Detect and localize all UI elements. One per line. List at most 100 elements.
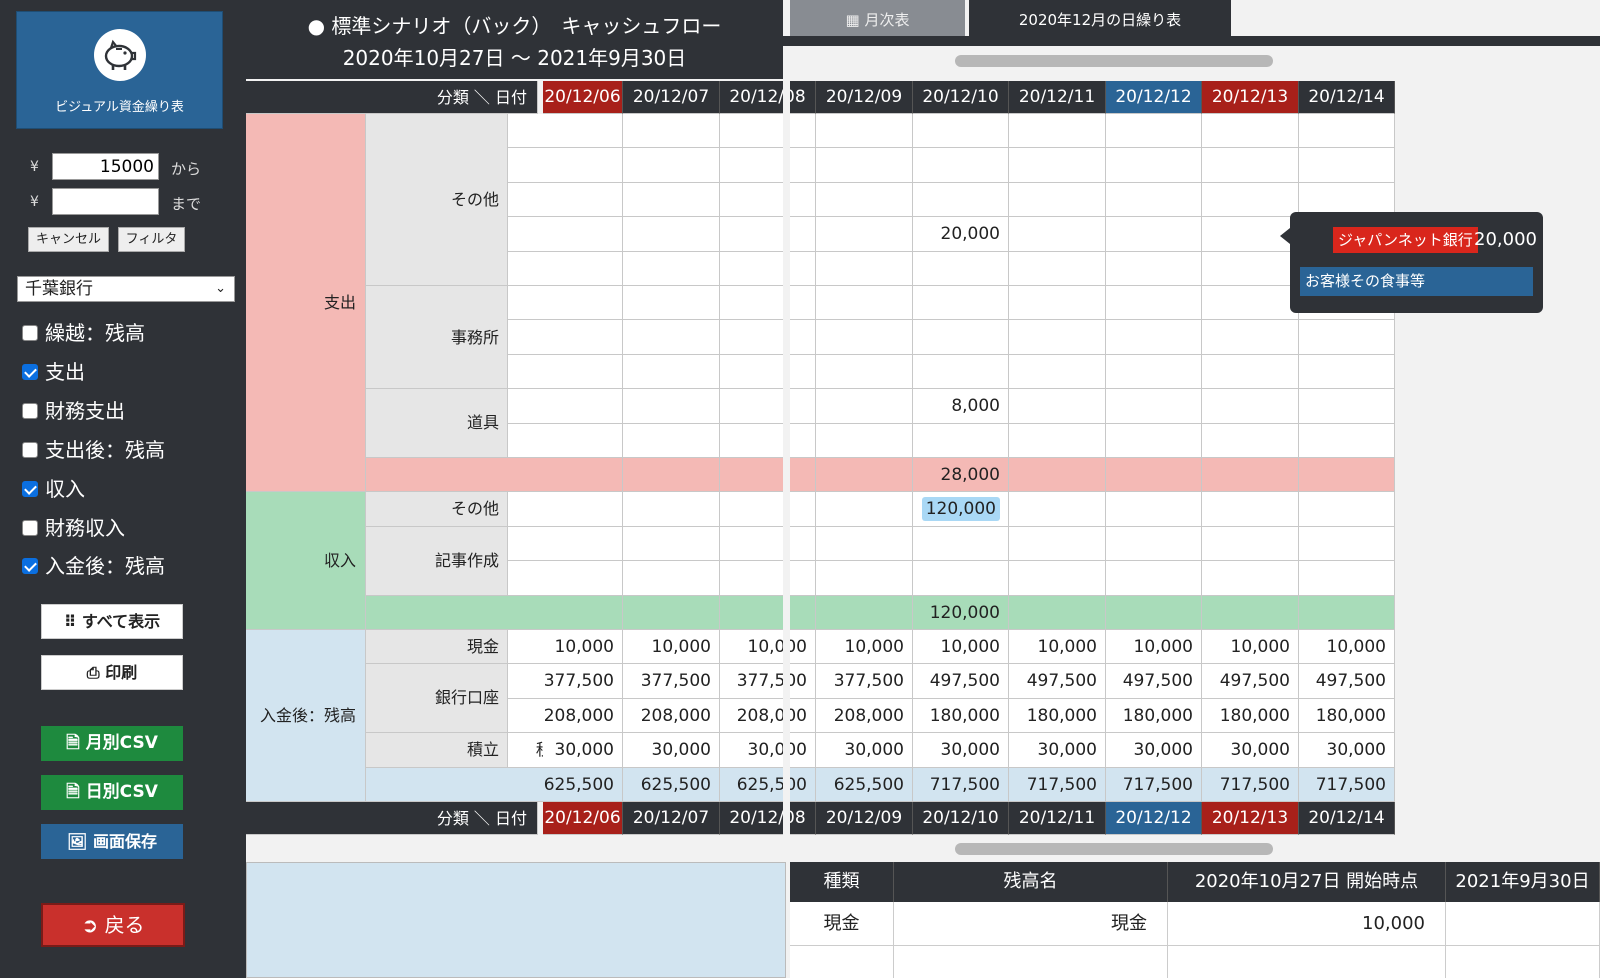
value-cell[interactable] (623, 148, 720, 183)
value-cell[interactable]: 180,000 (913, 698, 1009, 734)
value-cell[interactable] (816, 389, 913, 424)
value-cell[interactable]: 180,000 (1106, 698, 1202, 734)
value-cell[interactable] (816, 561, 913, 596)
value-cell[interactable] (623, 320, 720, 355)
value-cell[interactable] (816, 492, 913, 527)
value-cell[interactable] (720, 251, 816, 286)
checkbox[interactable] (22, 364, 38, 380)
value-cell[interactable]: 30,000 (720, 733, 816, 768)
value-cell[interactable] (1009, 286, 1106, 321)
daily-csv-button[interactable]: 🗎 日別CSV (41, 775, 183, 810)
value-cell[interactable] (1009, 217, 1106, 252)
monthly-csv-button[interactable]: 🗎 月別CSV (41, 726, 183, 761)
value-cell[interactable] (543, 492, 623, 527)
value-cell[interactable] (816, 423, 913, 458)
value-cell[interactable] (1202, 389, 1299, 424)
amount-to-input[interactable] (52, 188, 159, 215)
value-cell[interactable] (816, 251, 913, 286)
value-cell[interactable]: 30,000 (1299, 733, 1395, 768)
value-cell[interactable] (1106, 320, 1202, 355)
value-cell[interactable]: 497,500 (1202, 664, 1299, 699)
value-cell[interactable] (623, 389, 720, 424)
value-cell[interactable] (1106, 114, 1202, 149)
print-button[interactable]: ⎙ 印刷 (41, 655, 183, 690)
value-cell[interactable]: 30,000 (816, 733, 913, 768)
value-cell[interactable]: 10,000 (1299, 630, 1395, 665)
value-cell[interactable] (1106, 217, 1202, 252)
checkbox[interactable] (22, 325, 38, 341)
value-cell[interactable] (720, 217, 816, 252)
value-cell[interactable]: 30,000 (1202, 733, 1299, 768)
value-cell[interactable]: 497,500 (913, 664, 1009, 699)
value-cell[interactable] (543, 389, 623, 424)
value-cell[interactable]: 10,000 (1009, 630, 1106, 665)
value-cell[interactable]: 377,500 (543, 664, 623, 699)
value-cell[interactable] (1299, 148, 1395, 183)
value-cell[interactable] (623, 423, 720, 458)
value-cell[interactable]: 30,000 (543, 733, 623, 768)
value-cell[interactable] (1202, 354, 1299, 390)
value-cell[interactable] (1299, 492, 1395, 527)
value-cell[interactable]: 30,000 (913, 733, 1009, 768)
value-cell[interactable] (623, 526, 720, 562)
value-cell[interactable] (913, 114, 1009, 149)
value-cell[interactable]: 208,000 (623, 698, 720, 734)
value-cell[interactable] (543, 354, 623, 390)
value-cell[interactable] (913, 148, 1009, 183)
value-cell[interactable] (816, 354, 913, 390)
value-cell[interactable] (1009, 389, 1106, 424)
value-cell[interactable]: 497,500 (1106, 664, 1202, 699)
value-cell[interactable]: 377,500 (623, 664, 720, 699)
highlighted-value[interactable]: 120,000 (921, 497, 1000, 522)
save-screen-button[interactable]: 🖼 画面保存 (41, 824, 183, 859)
value-cell[interactable] (623, 217, 720, 252)
value-cell[interactable] (913, 526, 1009, 562)
value-cell[interactable] (720, 320, 816, 355)
value-cell[interactable] (1202, 320, 1299, 355)
value-cell[interactable]: 10,000 (913, 630, 1009, 665)
value-cell[interactable] (1009, 526, 1106, 562)
value-cell[interactable] (1299, 354, 1395, 390)
value-cell[interactable]: 377,500 (816, 664, 913, 699)
value-cell[interactable]: 180,000 (1009, 698, 1106, 734)
value-cell[interactable] (1106, 561, 1202, 596)
tab-monthly[interactable]: ▦ 月次表 (790, 0, 965, 36)
value-cell[interactable] (1202, 526, 1299, 562)
value-cell[interactable] (543, 182, 623, 218)
value-cell[interactable] (623, 182, 720, 218)
filter-button[interactable]: フィルタ (118, 227, 185, 252)
value-cell[interactable] (816, 526, 913, 562)
value-cell[interactable] (1106, 251, 1202, 286)
value-cell[interactable] (623, 286, 720, 321)
value-cell[interactable]: 208,000 (720, 698, 816, 734)
value-cell[interactable]: 10,000 (543, 630, 623, 665)
value-cell[interactable] (1106, 423, 1202, 458)
app-logo[interactable]: ビジュアル資金繰り表 (16, 11, 223, 129)
value-cell[interactable] (913, 182, 1009, 218)
value-cell[interactable] (816, 217, 913, 252)
value-cell[interactable]: 30,000 (1009, 733, 1106, 768)
value-cell[interactable]: 10,000 (1202, 630, 1299, 665)
value-cell[interactable] (913, 561, 1009, 596)
value-cell[interactable] (543, 526, 623, 562)
value-cell[interactable] (1009, 354, 1106, 390)
value-cell[interactable] (720, 423, 816, 458)
value-cell[interactable] (1106, 492, 1202, 527)
value-cell[interactable] (816, 286, 913, 321)
value-cell[interactable] (543, 286, 623, 321)
value-cell[interactable] (543, 423, 623, 458)
value-cell[interactable] (720, 526, 816, 562)
value-cell[interactable] (913, 286, 1009, 321)
value-cell[interactable] (543, 114, 623, 149)
value-cell[interactable] (1299, 389, 1395, 424)
value-cell[interactable]: 10,000 (720, 630, 816, 665)
value-cell[interactable] (1106, 286, 1202, 321)
value-cell[interactable] (623, 492, 720, 527)
value-cell[interactable] (1106, 182, 1202, 218)
checkbox[interactable] (22, 442, 38, 458)
bank-select[interactable]: 千葉銀行 ⌄ (17, 276, 235, 302)
value-cell[interactable] (1009, 251, 1106, 286)
value-cell[interactable] (623, 114, 720, 149)
checkbox[interactable] (22, 520, 38, 536)
value-cell[interactable] (623, 561, 720, 596)
